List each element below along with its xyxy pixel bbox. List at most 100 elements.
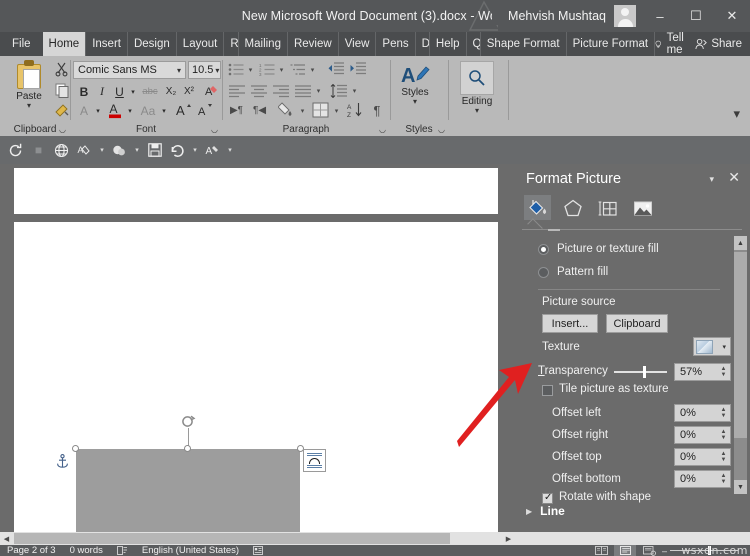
print-layout-view-button[interactable] [614, 545, 636, 556]
offset-bottom-spinner[interactable]: 0% ▲ ▼ [674, 470, 731, 488]
globe-icon[interactable] [52, 141, 71, 160]
italic-button[interactable]: I [95, 83, 109, 100]
font-color-dropdown-caret[interactable]: ▾ [125, 102, 135, 119]
offset-top-spinner[interactable]: 0% ▲ ▼ [674, 448, 731, 466]
tab-help[interactable]: Help [430, 32, 467, 56]
styles-dropdown-caret[interactable]: ▾ [413, 98, 417, 106]
numbering-button[interactable]: 123 [258, 61, 276, 78]
radio-picture-or-texture-fill[interactable]: Picture or texture fill [538, 243, 659, 255]
shape-fill-icon[interactable] [110, 141, 129, 160]
transparency-slider[interactable] [614, 366, 667, 378]
spinner-arrows[interactable]: ▲ ▼ [717, 449, 730, 465]
editing-dropdown-caret[interactable]: ▾ [475, 107, 479, 115]
align-center-button[interactable] [249, 82, 268, 100]
strikethrough-button[interactable]: abc [140, 83, 160, 100]
zoom-out-button[interactable]: – [662, 546, 667, 556]
tell-me-button[interactable]: Tell me [655, 32, 688, 56]
picture-tab[interactable] [629, 195, 656, 220]
minimize-button[interactable]: – [642, 0, 678, 32]
clipboard-dialog-launcher[interactable]: ◡ [59, 125, 66, 134]
paste-dropdown-caret[interactable]: ▾ [27, 102, 31, 110]
shading-dropdown-caret[interactable]: ▾ [298, 102, 307, 119]
tab-references[interactable]: Referen [224, 32, 239, 56]
tab-quillbot[interactable]: QuillBot [467, 32, 481, 56]
read-mode-view-button[interactable] [590, 545, 612, 556]
text-effects-icon[interactable]: A [202, 82, 220, 100]
language-indicator[interactable]: English (United States) [135, 545, 246, 556]
pane-vertical-scrollbar[interactable]: ▲ ▼ [734, 236, 747, 494]
underline-button[interactable]: U [112, 83, 127, 100]
shrink-font-button[interactable]: A [196, 101, 215, 119]
chevron-down-icon[interactable]: ▾ [213, 66, 221, 75]
expand-triangle-icon[interactable]: ▶ [526, 507, 532, 516]
tile-picture-checkbox[interactable] [542, 385, 553, 396]
close-button[interactable]: ✕ [714, 0, 750, 32]
slider-thumb[interactable] [643, 366, 646, 378]
word-count[interactable]: 0 words [63, 545, 110, 556]
radio-pattern-fill[interactable]: Pattern fill [538, 266, 608, 278]
font-dialog-launcher[interactable]: ◡ [211, 125, 218, 134]
ltr-text-direction-button[interactable]: ▶¶ [227, 102, 246, 119]
bullets-button[interactable] [227, 61, 245, 78]
proofing-icon[interactable] [110, 546, 135, 555]
borders-button[interactable] [311, 101, 330, 119]
chevron-down-icon[interactable]: ▾ [191, 146, 199, 154]
styles-button[interactable]: A Styles ▾ [400, 62, 430, 106]
more-icon[interactable]: ▾ [226, 146, 234, 154]
horizontal-scrollbar[interactable]: ◀ ▶ [0, 532, 750, 545]
layout-options-icon[interactable] [303, 449, 326, 472]
tab-home[interactable]: Home [42, 32, 87, 56]
page-indicator[interactable]: Page 2 of 3 [0, 545, 63, 556]
rotate-icon[interactable] [6, 141, 25, 160]
avatar[interactable] [614, 5, 636, 27]
chevron-down-icon[interactable]: ▾ [98, 146, 106, 154]
change-case-dropdown-caret[interactable]: ▾ [159, 102, 169, 119]
spinner-arrows[interactable]: ▲ ▼ [717, 405, 730, 421]
line-section-header[interactable]: ▶ Line [526, 504, 565, 518]
rotate-handle-icon[interactable] [180, 413, 196, 429]
justify-button[interactable] [293, 82, 312, 100]
bold-button[interactable]: B [76, 83, 92, 100]
tab-pens[interactable]: Pens [376, 32, 416, 56]
scroll-left-arrow[interactable]: ◀ [0, 532, 13, 545]
clipboard-button[interactable]: Clipboard [606, 314, 668, 333]
pane-scroll-up-arrow[interactable]: ▲ [734, 236, 747, 250]
superscript-button[interactable]: X² [181, 83, 197, 100]
offset-right-spinner[interactable]: 0% ▲ ▼ [674, 426, 731, 444]
selected-picture[interactable]: mte [57, 415, 326, 532]
tab-developer[interactable]: Develop [416, 32, 430, 56]
spinner-arrows[interactable]: ▲ ▼ [717, 471, 730, 487]
tab-mailings[interactable]: Mailing [239, 32, 288, 56]
translate-icon[interactable]: A [75, 141, 94, 160]
paragraph-dialog-launcher[interactable]: ◡ [379, 125, 386, 134]
resize-handle-tl[interactable] [72, 445, 79, 452]
editing-button[interactable]: Editing ▾ [460, 61, 494, 115]
line-spacing-button[interactable] [329, 82, 348, 100]
chevron-down-icon[interactable]: ▾ [133, 146, 141, 154]
pane-close-button[interactable]: ✕ [728, 169, 740, 186]
tab-view[interactable]: View [339, 32, 377, 56]
texture-picker-button[interactable]: ▾ [693, 337, 731, 356]
page-current[interactable]: mte [14, 222, 498, 532]
insert-button[interactable]: Insert... [542, 314, 598, 333]
text-highlight-button[interactable]: A [76, 102, 92, 119]
bullets-dropdown-caret[interactable]: ▾ [246, 61, 255, 78]
justify-dropdown-caret[interactable]: ▾ [314, 82, 323, 100]
font-size-combobox[interactable]: 10.5 ▾ [188, 61, 221, 79]
grow-font-button[interactable]: A [174, 101, 193, 119]
tab-file[interactable]: File [0, 32, 43, 56]
subscript-button[interactable]: X₂ [163, 83, 179, 100]
offset-left-spinner[interactable]: 0% ▲ ▼ [674, 404, 731, 422]
fill-and-line-tab[interactable] [524, 195, 551, 220]
document-canvas[interactable]: mte [0, 164, 514, 532]
show-formatting-marks-button[interactable]: ¶ [368, 101, 386, 119]
undo-icon[interactable] [168, 141, 187, 160]
chevron-down-icon[interactable]: ▾ [173, 66, 185, 75]
tab-design[interactable]: Design [128, 32, 177, 56]
resize-handle-tm[interactable] [184, 445, 191, 452]
save-icon[interactable] [145, 141, 164, 160]
font-name-combobox[interactable]: Comic Sans MS ▾ [73, 61, 186, 79]
scroll-right-arrow[interactable]: ▶ [502, 532, 515, 545]
pane-scroll-down-arrow[interactable]: ▼ [734, 480, 747, 494]
picture-content[interactable]: mte [76, 449, 300, 532]
